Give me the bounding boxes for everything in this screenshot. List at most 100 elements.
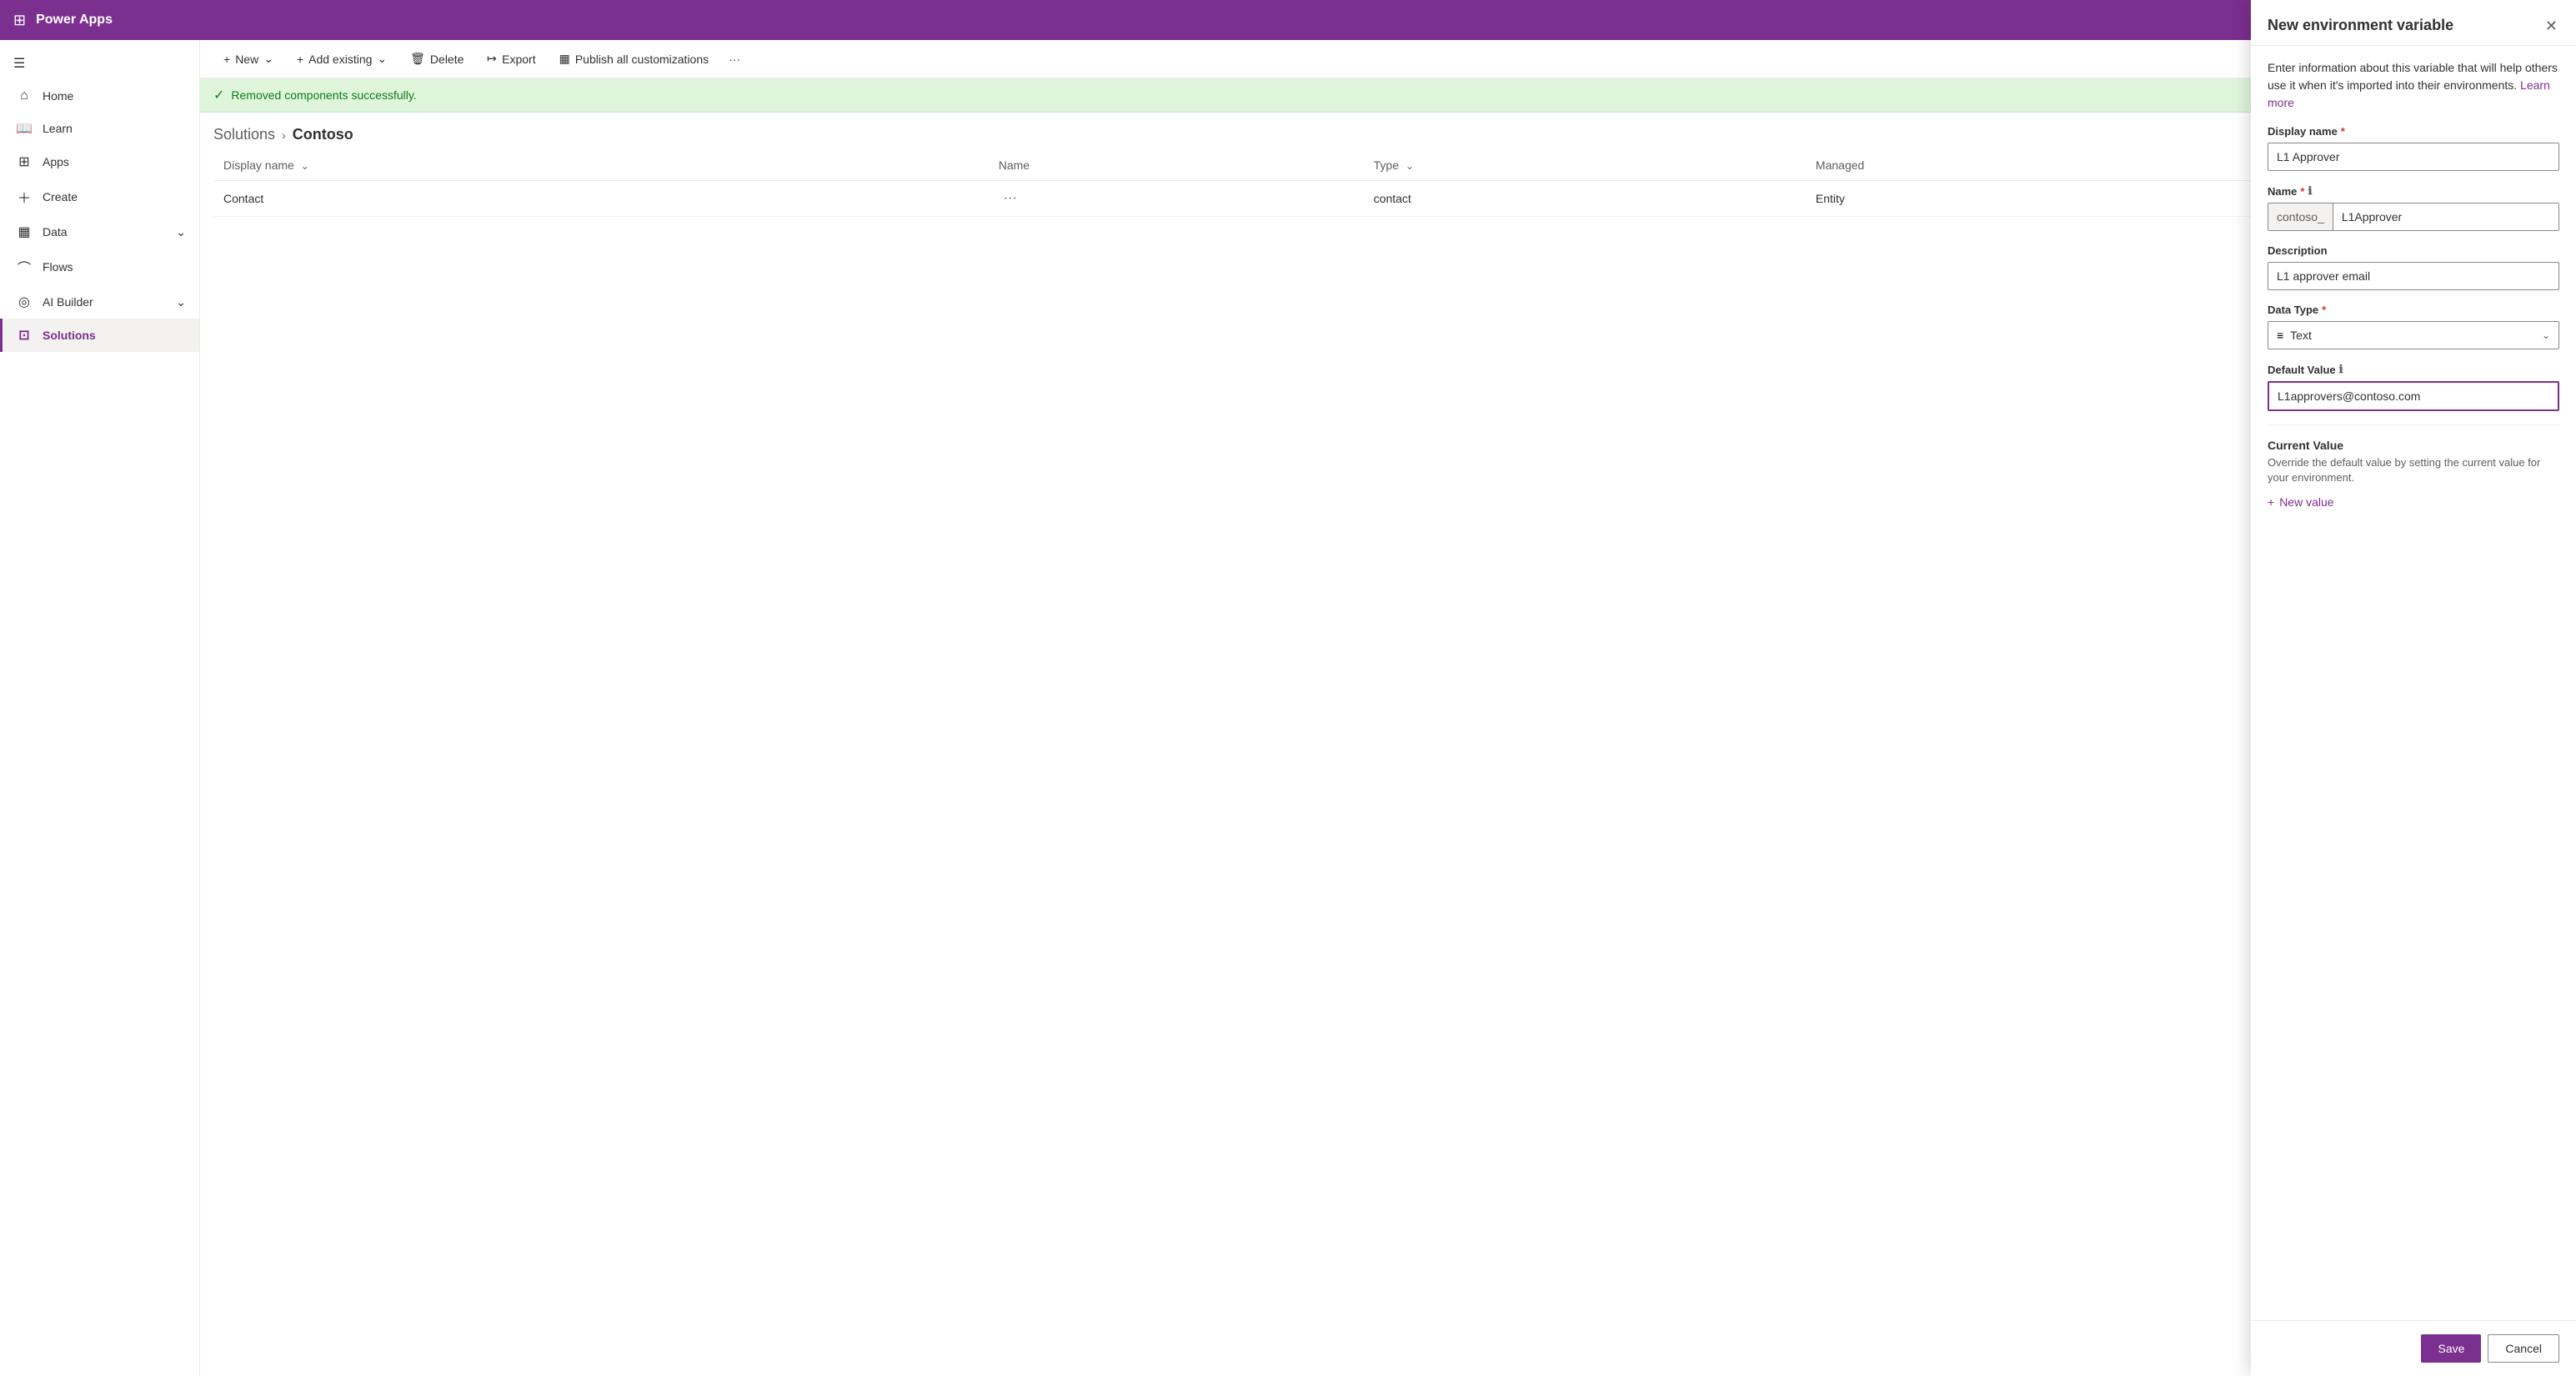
solutions-icon: ⊡ — [16, 327, 33, 344]
data-icon: ▦ — [16, 223, 33, 240]
success-icon: ✓ — [213, 87, 224, 103]
col-name: Name — [989, 150, 1364, 181]
new-value-label: New value — [2279, 495, 2333, 509]
add-existing-button[interactable]: + Add existing ⌄ — [287, 47, 397, 71]
name-info-icon[interactable]: ℹ — [2308, 184, 2312, 198]
sidebar-label-learn: Learn — [43, 122, 73, 135]
col-display-name-label: Display name — [223, 158, 294, 172]
default-value-group: Default Value ℹ — [2268, 363, 2559, 411]
breadcrumb-solutions-link[interactable]: Solutions — [213, 126, 275, 143]
success-message: Removed components successfully. — [231, 88, 416, 102]
col-display-name[interactable]: Display name ⌄ — [213, 150, 989, 181]
home-icon: ⌂ — [16, 88, 33, 103]
new-environment-variable-panel: New environment variable ✕ Enter informa… — [2251, 0, 2576, 1376]
data-type-required: * — [2322, 304, 2326, 316]
data-type-label-text: Data Type * — [2268, 304, 2559, 316]
sidebar-item-create[interactable]: ＋ Create — [0, 178, 199, 215]
create-icon: ＋ — [16, 187, 33, 207]
default-value-label-text: Default Value ℹ — [2268, 363, 2559, 376]
sidebar-item-ai-builder[interactable]: ◎ AI Builder ⌄ — [0, 285, 199, 319]
new-value-button[interactable]: + New value — [2268, 495, 2334, 509]
data-type-group: Data Type * ≡ Text ⌄ — [2268, 304, 2559, 349]
default-value-info-icon[interactable]: ℹ — [2339, 363, 2343, 376]
panel-divider — [2268, 424, 2559, 425]
display-name-sort-icon: ⌄ — [301, 160, 309, 172]
current-value-section: Current Value Override the default value… — [2268, 439, 2559, 509]
add-existing-label: Add existing — [308, 53, 372, 66]
data-type-select[interactable]: ≡ Text ⌄ — [2268, 321, 2559, 349]
panel-title: New environment variable — [2268, 17, 2453, 34]
sidebar-item-learn[interactable]: 📖 Learn — [0, 112, 199, 145]
default-value-input[interactable] — [2268, 381, 2559, 411]
toolbar: + New ⌄ + Add existing ⌄ 🗑 Delete ↤ Expo… — [200, 40, 2576, 78]
cell-display-name: Contact — [213, 181, 989, 217]
delete-icon: 🗑 — [410, 52, 425, 66]
col-managed-label: Managed — [1816, 158, 1864, 172]
more-button[interactable]: ··· — [722, 48, 747, 71]
sidebar-item-apps[interactable]: ⊞ Apps — [0, 145, 199, 178]
sidebar-item-home[interactable]: ⌂ Home — [0, 80, 199, 112]
name-prefix: contoso_ — [2268, 203, 2333, 230]
name-suffix-input[interactable] — [2333, 203, 2558, 230]
data-type-select-icon: ≡ — [2277, 329, 2283, 342]
sidebar-label-apps: Apps — [43, 155, 69, 168]
current-value-description: Override the default value by setting th… — [2268, 455, 2559, 485]
cell-type: Entity — [1806, 181, 2309, 217]
breadcrumb-current: Contoso — [293, 126, 353, 143]
panel-body: Enter information about this variable th… — [2251, 46, 2576, 1320]
export-icon: ↤ — [487, 52, 497, 66]
cell-more-options: ··· — [989, 181, 1364, 217]
hamburger-menu[interactable]: ☰ — [0, 47, 199, 80]
delete-button[interactable]: 🗑 Delete — [400, 47, 474, 71]
sidebar-label-solutions: Solutions — [43, 329, 96, 342]
description-input[interactable] — [2268, 262, 2559, 290]
add-existing-plus-icon: + — [297, 53, 303, 66]
panel-close-button[interactable]: ✕ — [2543, 17, 2559, 35]
display-name-group: Display name * — [2268, 125, 2559, 171]
data-type-select-display[interactable]: ≡ Text ⌄ — [2268, 322, 2558, 349]
save-button[interactable]: Save — [2421, 1334, 2481, 1363]
learn-icon: 📖 — [16, 120, 33, 137]
breadcrumb-separator: › — [282, 128, 286, 142]
type-sort-icon: ⌄ — [1406, 160, 1414, 172]
publish-label: Publish all customizations — [575, 53, 709, 66]
sidebar-item-flows[interactable]: ⌒ Flows — [0, 249, 199, 285]
panel-header: New environment variable ✕ — [2251, 0, 2576, 46]
col-type-label: Type — [1374, 158, 1399, 172]
description-label-text: Description — [2268, 244, 2559, 257]
name-group: Name * ℹ contoso_ — [2268, 184, 2559, 231]
publish-button[interactable]: ▦ Publish all customizations — [549, 47, 719, 71]
sidebar-label-data: Data — [43, 225, 68, 239]
export-label: Export — [502, 53, 535, 66]
col-type[interactable]: Type ⌄ — [1364, 150, 1806, 181]
data-type-value: Text — [2290, 329, 2535, 342]
cancel-button[interactable]: Cancel — [2488, 1334, 2559, 1363]
panel-footer: Save Cancel — [2251, 1320, 2576, 1376]
new-chevron-icon: ⌄ — [263, 52, 273, 66]
table-row[interactable]: Contact ··· contact Entity 🔒 — [213, 181, 2563, 217]
more-icon: ··· — [729, 53, 740, 66]
name-required: * — [2300, 185, 2304, 198]
new-button[interactable]: + New ⌄ — [213, 47, 283, 71]
description-group: Description — [2268, 244, 2559, 290]
content-area: + New ⌄ + Add existing ⌄ 🗑 Delete ↤ Expo… — [200, 40, 2576, 1376]
grid-icon[interactable]: ⊞ — [13, 12, 26, 29]
publish-icon: ▦ — [559, 52, 570, 66]
add-existing-chevron-icon: ⌄ — [377, 52, 387, 66]
row-more-options-button[interactable]: ··· — [999, 189, 1022, 208]
display-name-input[interactable] — [2268, 143, 2559, 171]
new-value-plus-icon: + — [2268, 495, 2274, 509]
sidebar-label-home: Home — [43, 89, 73, 103]
export-button[interactable]: ↤ Export — [477, 47, 545, 71]
new-plus-icon: + — [223, 53, 230, 66]
sidebar-item-data[interactable]: ▦ Data ⌄ — [0, 215, 199, 249]
name-field-row: contoso_ — [2268, 203, 2559, 231]
sidebar-item-solutions[interactable]: ⊡ Solutions — [0, 319, 199, 352]
data-chevron-icon: ⌄ — [176, 225, 186, 239]
name-label: Name * ℹ — [2268, 184, 2559, 198]
data-type-chevron-icon: ⌄ — [2542, 329, 2550, 341]
new-label: New — [235, 53, 258, 66]
display-name-label: Display name * — [2268, 125, 2559, 138]
panel-description: Enter information about this variable th… — [2268, 59, 2559, 112]
cell-name: contact — [1364, 181, 1806, 217]
